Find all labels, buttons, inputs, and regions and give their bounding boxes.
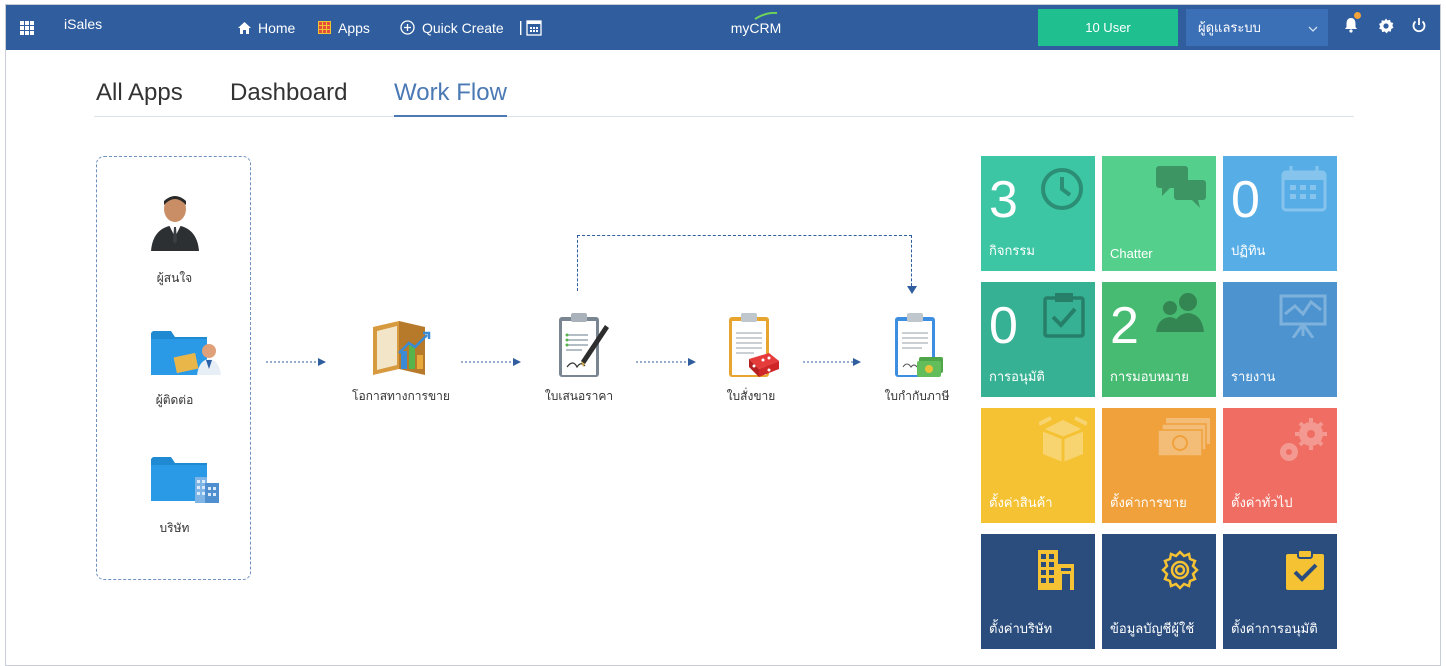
flow-opportunity-label: โอกาสทางการขาย: [352, 389, 450, 403]
tile-calendar[interactable]: 0 ปฏิทิน: [1223, 156, 1337, 271]
gear-icon: [1160, 550, 1199, 590]
tab-work-flow[interactable]: Work Flow: [394, 79, 507, 117]
tile-assignments-label: การมอบหมาย: [1110, 369, 1189, 384]
entity-lead-label: ผู้สนใจ: [156, 271, 193, 285]
calendar-icon: [1281, 166, 1327, 212]
tile-company-settings-label: ตั้งค่าบริษัท: [989, 621, 1053, 636]
flow-sales-order-label: ใบสั่งขาย: [726, 389, 776, 403]
app-tiles-grid: 3 กิจกรรม Chatter 0 ปฏิทิน 0 การอนุมัติ …: [981, 156, 1341, 656]
plus-circle-icon: [400, 20, 415, 35]
notification-badge: [1354, 12, 1361, 19]
tile-activities-count: 3: [989, 171, 1018, 229]
entities-group: ผู้สนใจ ผู้ติดต่อ บริษัท: [96, 156, 251, 580]
quotation-to-invoice-connector: [577, 235, 912, 291]
tile-activities-label: กิจกรรม: [989, 243, 1035, 258]
nav-apps[interactable]: Apps: [318, 5, 370, 50]
flow-sales-order[interactable]: ใบสั่งขาย: [686, 311, 816, 406]
users-icon: [1156, 293, 1204, 332]
tile-user-account-label: ข้อมูลบัญชีผู้ใช้: [1110, 621, 1195, 636]
tile-calendar-count: 0: [1231, 171, 1260, 229]
tab-all-apps[interactable]: All Apps: [96, 79, 183, 117]
clock-icon: [1041, 168, 1083, 210]
app-window: iSales Home Apps Quick Create myCRM 10 U…: [5, 4, 1441, 666]
nav-quick-create[interactable]: Quick Create: [400, 5, 504, 50]
nav-apps-label: Apps: [338, 19, 370, 36]
tile-product-settings[interactable]: ตั้งค่าสินค้า: [981, 408, 1095, 523]
entity-contact-label: ผู้ติดต่อ: [155, 393, 194, 407]
tile-assignments-count: 2: [1110, 297, 1139, 355]
tile-general-settings-label: ตั้งค่าทั่วไป: [1231, 495, 1293, 510]
checklist-icon: [1043, 293, 1085, 338]
app-title: myCRM: [696, 5, 816, 50]
flow-arrow: [461, 358, 521, 366]
calendar-nav-icon[interactable]: [520, 5, 542, 50]
apps-icon: [318, 21, 331, 34]
brand-name[interactable]: iSales: [64, 5, 102, 46]
contact-folder-icon: [151, 331, 221, 375]
flow-quotation-label: ใบเสนอราคา: [544, 389, 614, 403]
building-icon: [1038, 550, 1075, 590]
entity-company[interactable]: บริษัท: [97, 453, 252, 535]
flow-invoice[interactable]: ใบกำกับภาษี: [852, 311, 982, 406]
app-grid-icon[interactable]: [20, 5, 38, 50]
flow-quotation[interactable]: ใบเสนอราคา: [514, 311, 644, 406]
person-icon: [150, 196, 199, 251]
tile-general-settings[interactable]: ตั้งค่าทั่วไป: [1223, 408, 1337, 523]
settings-gear-icon[interactable]: [1378, 18, 1394, 39]
company-folder-icon: [151, 457, 219, 503]
tile-approvals[interactable]: 0 การอนุมัติ: [981, 282, 1095, 397]
tile-approvals-count: 0: [989, 297, 1018, 355]
user-count-button[interactable]: 10 User: [1038, 9, 1178, 46]
nav-home-label: Home: [258, 19, 296, 36]
chat-icon: [1156, 166, 1206, 208]
tile-sales-settings[interactable]: ตั้งค่าการขาย: [1102, 408, 1216, 523]
power-icon[interactable]: [1412, 17, 1426, 38]
flow-invoice-label: ใบกำกับภาษี: [884, 389, 950, 403]
opportunity-icon: [373, 321, 431, 375]
tile-sales-settings-label: ตั้งค่าการขาย: [1110, 495, 1187, 510]
flow-opportunity[interactable]: โอกาสทางการขาย: [336, 317, 466, 406]
role-select[interactable]: ผู้ดูแลระบบ: [1186, 9, 1328, 46]
role-select-value: ผู้ดูแลระบบ: [1198, 20, 1261, 35]
tile-approval-settings[interactable]: ตั้งค่าการอนุมัติ: [1223, 534, 1337, 649]
chart-board-icon: [1279, 294, 1327, 338]
nav-home[interactable]: Home: [238, 5, 295, 50]
section-tabs: All Apps Dashboard Work Flow: [94, 75, 1354, 117]
invoice-icon: [895, 313, 943, 377]
tile-reports[interactable]: รายงาน: [1223, 282, 1337, 397]
tile-chatter[interactable]: Chatter: [1102, 156, 1216, 271]
entity-company-label: บริษัท: [159, 521, 190, 535]
tab-dashboard[interactable]: Dashboard: [230, 79, 347, 117]
nav-quick-create-label: Quick Create: [422, 19, 504, 36]
chevron-down-icon: [1308, 21, 1318, 36]
tile-reports-label: รายงาน: [1231, 369, 1276, 384]
clipboard-check-icon: [1286, 550, 1325, 590]
money-icon: [1158, 418, 1211, 457]
sales-order-icon: [729, 313, 779, 377]
tile-product-settings-label: ตั้งค่าสินค้า: [989, 495, 1053, 510]
tile-chatter-label: Chatter: [1110, 246, 1153, 261]
box-icon: [1039, 416, 1088, 462]
entity-contact[interactable]: ผู้ติดต่อ: [97, 327, 252, 407]
tile-approvals-label: การอนุมัติ: [989, 369, 1045, 384]
flow-arrow: [266, 358, 326, 366]
connector-arrowhead: [907, 286, 917, 294]
tile-company-settings[interactable]: ตั้งค่าบริษัท: [981, 534, 1095, 649]
tile-user-account[interactable]: ข้อมูลบัญชีผู้ใช้: [1102, 534, 1216, 649]
tile-calendar-label: ปฏิทิน: [1231, 243, 1266, 258]
top-bar: iSales Home Apps Quick Create myCRM 10 U…: [6, 5, 1440, 50]
home-icon: [238, 21, 251, 34]
bell-icon[interactable]: [1344, 17, 1358, 38]
tile-assignments[interactable]: 2 การมอบหมาย: [1102, 282, 1216, 397]
tile-activities[interactable]: 3 กิจกรรม: [981, 156, 1095, 271]
gears-icon: [1279, 418, 1327, 461]
tile-approval-settings-label: ตั้งค่าการอนุมัติ: [1231, 621, 1318, 636]
entity-lead[interactable]: ผู้สนใจ: [97, 191, 252, 285]
quotation-icon: [559, 313, 609, 377]
